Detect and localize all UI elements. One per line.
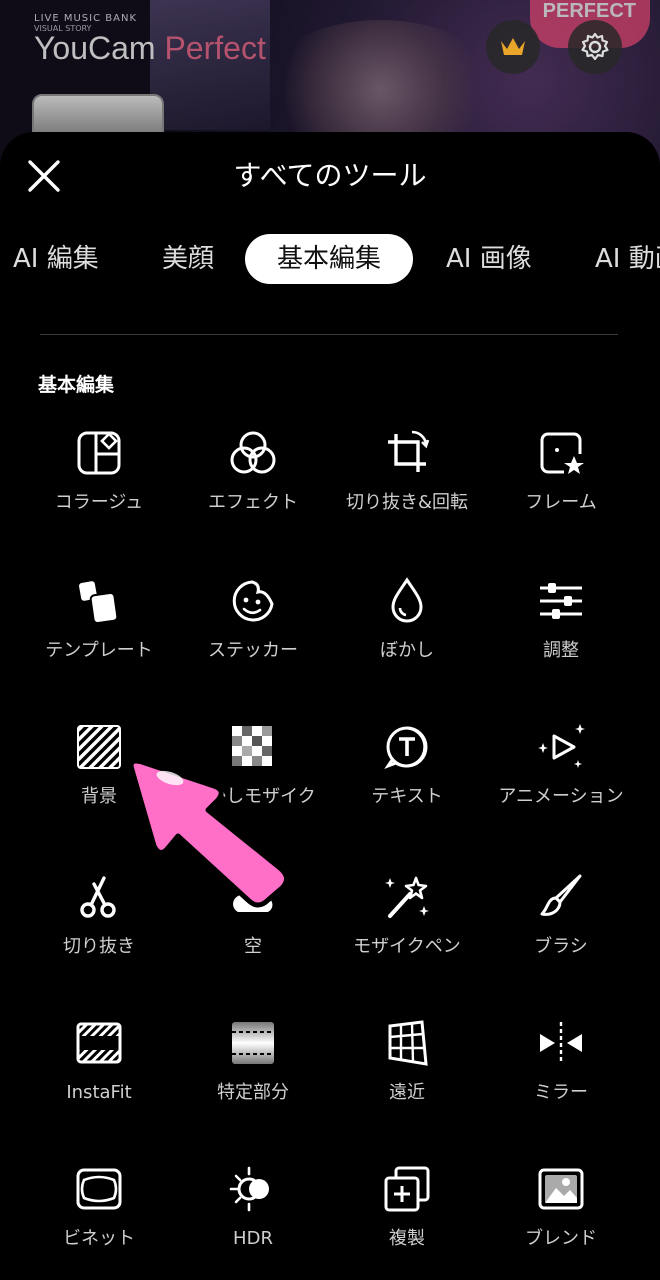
category-tabs: AI 編集 美顔 基本編集 AI 画像 AI 動画 <box>0 234 660 284</box>
tool-partial[interactable]: 特定部分 <box>176 1018 330 1106</box>
tool-label: テンプレート <box>45 640 153 661</box>
tab-ai-video[interactable]: AI 動画 <box>595 234 660 284</box>
gear-icon <box>581 32 609 61</box>
premium-button[interactable] <box>486 20 540 74</box>
brand-live: LIVE MUSIC BANK <box>34 13 138 24</box>
duplicate-icon <box>384 1166 430 1212</box>
tool-label: InstaFit <box>66 1082 132 1103</box>
tool-template[interactable]: テンプレート <box>22 576 176 664</box>
tool-label: ブレンド <box>525 1228 597 1249</box>
tool-perspective[interactable]: 遠近 <box>330 1018 484 1106</box>
all-tools-sheet: すべてのツール AI 編集 美顔 基本編集 AI 画像 AI 動画 基本編集 コ… <box>0 132 660 1280</box>
effect-icon <box>230 431 276 474</box>
background-icon <box>77 725 121 769</box>
tool-label: ステッカー <box>208 640 298 661</box>
tool-duplicate[interactable]: 複製 <box>330 1164 484 1252</box>
tool-label: ビネット <box>63 1228 135 1249</box>
tool-label: 特定部分 <box>217 1082 289 1103</box>
tab-ai-image[interactable]: AI 画像 <box>446 234 532 284</box>
tool-label: 遠近 <box>389 1082 425 1103</box>
tool-blend[interactable]: ブレンド <box>484 1164 638 1252</box>
tab-ai-edit[interactable]: AI 編集 <box>13 234 99 284</box>
tool-collage[interactable]: コラージュ <box>22 428 176 516</box>
magic-wand-icon <box>385 876 429 918</box>
tool-label: HDR <box>233 1228 273 1249</box>
tool-label: アニメーション <box>498 786 624 807</box>
sticker-icon <box>232 580 274 622</box>
brand-suffix: Perfect <box>164 30 266 66</box>
section-label: 基本編集 <box>38 374 115 396</box>
partial-icon <box>232 1022 274 1064</box>
tool-label: コラージュ <box>54 492 144 513</box>
frame-icon <box>540 432 584 474</box>
tool-mosaic-pen[interactable]: モザイクペン <box>330 872 484 960</box>
perspective-icon <box>388 1020 428 1066</box>
tool-label: ミラー <box>534 1082 588 1103</box>
tool-effect[interactable]: エフェクト <box>176 428 330 516</box>
tool-label: エフェクト <box>208 492 298 513</box>
animation-icon <box>538 724 585 768</box>
app-logo: YouCam Perfect <box>34 30 266 67</box>
hdr-icon <box>229 1166 269 1212</box>
settings-button[interactable] <box>568 20 622 74</box>
crown-icon <box>501 38 525 55</box>
tool-frame[interactable]: フレーム <box>484 428 638 516</box>
scissors-icon <box>80 876 116 918</box>
tool-label: ぼかし <box>380 640 434 661</box>
tool-label: 切り抜き <box>63 936 135 957</box>
brush-icon <box>540 874 582 916</box>
pointer-arrow-icon <box>128 758 289 908</box>
tool-mirror[interactable]: ミラー <box>484 1018 638 1106</box>
crop-rotate-icon <box>388 430 430 472</box>
sheet-title: すべてのツール <box>233 159 427 192</box>
tool-label: フレーム <box>525 492 597 513</box>
brand-prefix: YouCam <box>34 30 156 66</box>
adjust-sliders-icon <box>540 583 582 619</box>
tool-label: 調整 <box>543 640 579 661</box>
collage-icon <box>77 431 121 475</box>
vignette-icon <box>76 1168 122 1210</box>
divider <box>40 334 618 335</box>
tool-text[interactable]: テキスト <box>330 722 484 810</box>
text-icon <box>384 726 428 770</box>
instafit-icon <box>76 1022 122 1064</box>
tool-sticker[interactable]: ステッカー <box>176 576 330 664</box>
tool-label: 切り抜き&回転 <box>345 492 469 513</box>
template-icon <box>79 581 119 625</box>
tool-adjust[interactable]: 調整 <box>484 576 638 664</box>
tool-label: 空 <box>244 936 262 957</box>
tool-instafit[interactable]: InstaFit <box>22 1018 176 1106</box>
tool-vignette[interactable]: ビネット <box>22 1164 176 1252</box>
blend-icon <box>538 1168 584 1210</box>
tool-label: モザイクペン <box>353 936 461 957</box>
tool-label: 複製 <box>389 1228 425 1249</box>
tab-basic-edit[interactable]: 基本編集 <box>245 234 414 284</box>
tool-label: テキスト <box>371 786 443 807</box>
tool-label: ブラシ <box>534 936 588 957</box>
tab-beauty[interactable]: 美顔 <box>162 234 214 284</box>
tool-crop-rotate[interactable]: 切り抜き&回転 <box>330 428 484 516</box>
tool-blur[interactable]: ぼかし <box>330 576 484 664</box>
tool-brush[interactable]: ブラシ <box>484 872 638 960</box>
tool-hdr[interactable]: HDR <box>176 1164 330 1252</box>
blur-drop-icon <box>391 577 423 623</box>
mirror-icon <box>540 1022 582 1064</box>
tool-animation[interactable]: アニメーション <box>484 722 638 810</box>
